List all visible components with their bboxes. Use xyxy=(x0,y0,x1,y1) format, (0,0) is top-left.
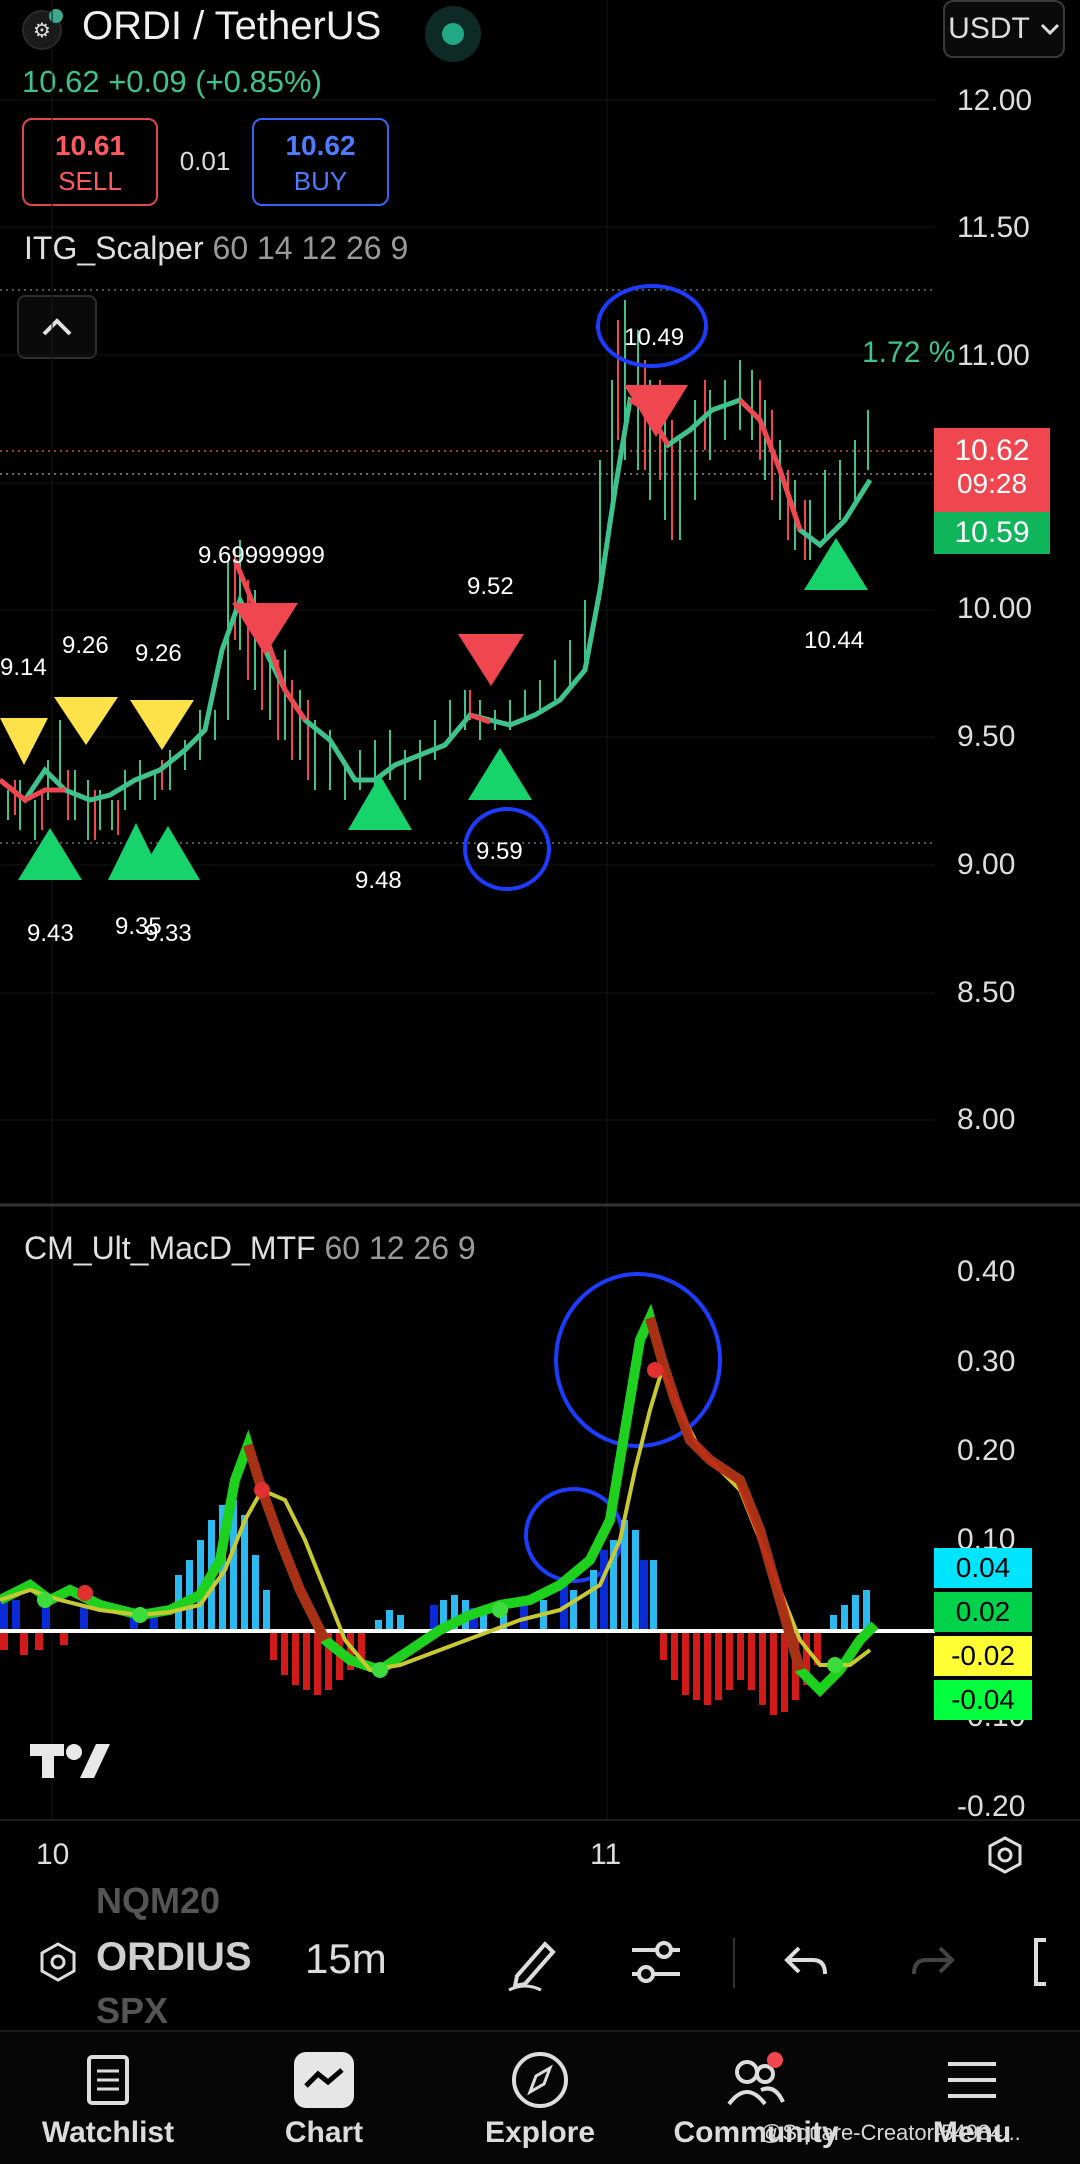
macd-tick: 0.20 xyxy=(957,1434,1016,1467)
signal-line-tag: -0.02 xyxy=(934,1636,1032,1676)
symbol-search-button[interactable] xyxy=(36,1940,80,1984)
drawing-tools-button[interactable] xyxy=(505,1932,561,1997)
redo-button[interactable] xyxy=(910,1940,956,1989)
current-price-tag: 10.62 09:28 xyxy=(934,428,1050,512)
macd-indicator-label[interactable]: CM_Ult_MacD_MTF 60 12 26 9 xyxy=(24,1230,476,1267)
symbol-icon xyxy=(40,1942,76,1982)
symbol-ghost-above: NQM20 xyxy=(96,1880,221,1921)
macd-tick: 0.40 xyxy=(957,1255,1016,1288)
sliders-icon xyxy=(632,1941,680,1983)
label-9-26-a: 9.26 xyxy=(62,632,109,659)
compass-icon xyxy=(512,2052,568,2108)
label-9-26-b: 9.26 xyxy=(135,640,182,667)
price-tick: 8.00 xyxy=(957,1103,1016,1136)
community-icon xyxy=(727,2052,785,2106)
chart-icon xyxy=(294,2052,354,2108)
watchlist-icon xyxy=(87,2055,129,2105)
bar-countdown: 09:28 xyxy=(956,468,1028,499)
tradingview-logo-icon xyxy=(30,1744,110,1778)
label-9-52: 9.52 xyxy=(467,573,514,600)
price-tick: 9.00 xyxy=(957,848,1016,881)
macd-indicator-name: CM_Ult_MacD_MTF xyxy=(24,1230,316,1266)
current-price: 10.62 xyxy=(954,434,1030,467)
macd-indicator-params: 60 12 26 9 xyxy=(324,1230,476,1266)
time-tick: 11 xyxy=(590,1838,622,1871)
label-9-14: 9.14 xyxy=(0,654,47,681)
symbol-ghost-below: SPX xyxy=(96,1990,169,2031)
hamburger-menu-icon xyxy=(948,2062,996,2098)
price-tick: 12.00 xyxy=(957,84,1033,117)
label-9-48: 9.48 xyxy=(355,867,402,894)
nav-label: Chart xyxy=(284,2116,364,2149)
macd-tick: 0.30 xyxy=(957,1345,1016,1378)
price-tick: 8.50 xyxy=(957,976,1016,1009)
price-tick: 9.50 xyxy=(957,720,1016,753)
time-tick: 10 xyxy=(36,1838,70,1871)
pencil-icon xyxy=(508,1941,556,1992)
macd-lower-tag: -0.04 xyxy=(934,1680,1032,1720)
percent-annotation: 1.72 % xyxy=(862,336,956,369)
macd-tick: -0.20 xyxy=(957,1790,1026,1823)
label-10-44: 10.44 xyxy=(804,627,865,654)
macd-line-tag: 0.02 xyxy=(934,1592,1032,1632)
label-10-49: 10.49 xyxy=(624,324,685,351)
hexagon-settings-icon xyxy=(988,1836,1022,1874)
timeframe-selector[interactable]: 15m xyxy=(305,1935,387,1983)
toolbar-divider xyxy=(733,1938,735,1988)
ma-price-tag: 10.59 xyxy=(934,512,1050,554)
indicators-settings-button[interactable] xyxy=(628,1936,684,1993)
macd-histogram-tag: 0.04 xyxy=(934,1548,1032,1588)
nav-chart[interactable]: Chart xyxy=(234,2040,414,2150)
nav-label: Explore xyxy=(484,2116,596,2149)
redo-icon xyxy=(912,1946,955,1975)
price-tick: 11.00 xyxy=(957,339,1030,372)
nav-watchlist[interactable]: Watchlist xyxy=(18,2040,198,2150)
price-tick: 11.50 xyxy=(957,211,1030,244)
nav-label: Watchlist xyxy=(41,2116,175,2149)
fullscreen-icon xyxy=(1034,1938,1046,1986)
fullscreen-button[interactable] xyxy=(1030,1936,1070,1993)
label-9-33: 9.33 xyxy=(145,920,192,947)
label-9-59: 9.59 xyxy=(476,838,523,865)
toolbar-symbol[interactable]: ORDIUS xyxy=(96,1935,252,1980)
nav-explore[interactable]: Explore xyxy=(450,2040,630,2150)
label-9-69999999: 9.69999999 xyxy=(198,542,325,569)
watermark-text: @Square-Creator-54984... xyxy=(760,2120,1021,2145)
undo-button[interactable] xyxy=(783,1940,829,1989)
undo-icon xyxy=(784,1946,827,1975)
price-tick: 10.00 xyxy=(957,592,1033,625)
label-9-43: 9.43 xyxy=(27,920,74,947)
chart-settings-button[interactable] xyxy=(985,1835,1025,1875)
